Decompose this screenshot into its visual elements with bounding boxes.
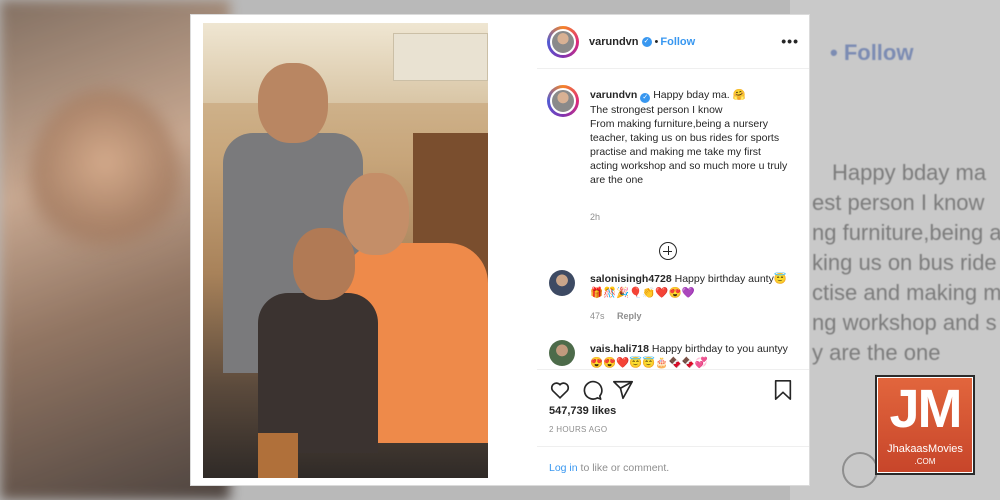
commenter-avatar[interactable] <box>549 340 575 366</box>
commenter-avatar[interactable] <box>549 270 575 296</box>
comment-username[interactable]: salonisingh4728 <box>590 273 672 285</box>
comment-meta: 47s Reply <box>590 311 642 321</box>
comment-text-block: vais.hali718 Happy birthday to you aunty… <box>590 342 790 370</box>
comments-section[interactable]: varundvn ✓ Happy bday ma. 🤗 The strongest… <box>537 70 809 370</box>
comment-username[interactable]: vais.hali718 <box>590 343 649 355</box>
verified-icon: ✓ <box>640 93 651 103</box>
background-caption-line: ctise and making m <box>812 280 1000 305</box>
background-caption-line: ng furniture,being a <box>812 220 1000 245</box>
logo-site-name: JhakaasMovies <box>887 443 963 455</box>
follow-button[interactable]: Follow <box>660 36 695 48</box>
verified-icon: ✓ <box>641 36 652 47</box>
background-caption-line: y are the one <box>812 340 941 365</box>
posted-time[interactable]: 2 HOURS AGO <box>549 425 607 434</box>
comment-text-block: salonisingh4728 Happy birthday aunty😇🎁🎊🎉… <box>590 272 790 300</box>
login-prompt: Log in to like or comment. <box>549 462 669 474</box>
action-icons <box>549 379 794 401</box>
caption-text-block: varundvn ✓ Happy bday ma. 🤗 The strongest… <box>590 88 790 187</box>
logo-letters: JM <box>889 379 962 439</box>
jhakaasmovies-logo: JM JhakaasMovies .COM <box>875 375 975 475</box>
caption-time[interactable]: 2h <box>590 212 600 222</box>
background-caption-line: king us on bus ride <box>812 250 997 275</box>
background-caption-line: est person I know <box>812 190 985 215</box>
background-caption-line: Happy bday ma <box>832 160 987 185</box>
background-follow-text: • Follow <box>830 40 914 65</box>
logo-tld: .COM <box>914 457 936 466</box>
background-caption-line: ng workshop and s <box>812 310 997 335</box>
post-photo <box>203 23 488 478</box>
header-username[interactable]: varundvn <box>589 36 639 48</box>
share-icon[interactable] <box>612 379 634 401</box>
likes-count[interactable]: 547,739 likes <box>549 405 616 417</box>
heart-icon[interactable] <box>549 379 571 401</box>
background-face-blur <box>30 90 180 270</box>
comment-icon[interactable] <box>581 379 603 401</box>
caption-text: Happy bday ma. 🤗 The strongest person I … <box>590 89 788 186</box>
bookmark-icon[interactable] <box>772 379 794 401</box>
comment-time: 47s <box>590 311 605 321</box>
background-plus-icon <box>842 452 878 488</box>
header-separator: • <box>654 35 659 48</box>
post-header: varundvn ✓ • Follow ••• <box>537 15 809 69</box>
load-more-icon[interactable] <box>659 242 677 260</box>
login-prompt-text: to like or comment. <box>577 462 670 474</box>
caption-avatar[interactable] <box>547 85 579 117</box>
reply-button[interactable]: Reply <box>617 311 642 321</box>
login-link[interactable]: Log in <box>549 462 578 474</box>
avatar[interactable] <box>547 25 579 58</box>
caption-username[interactable]: varundvn <box>590 89 637 101</box>
more-icon[interactable]: ••• <box>781 33 799 49</box>
login-bar: Log in to like or comment. <box>537 446 809 485</box>
